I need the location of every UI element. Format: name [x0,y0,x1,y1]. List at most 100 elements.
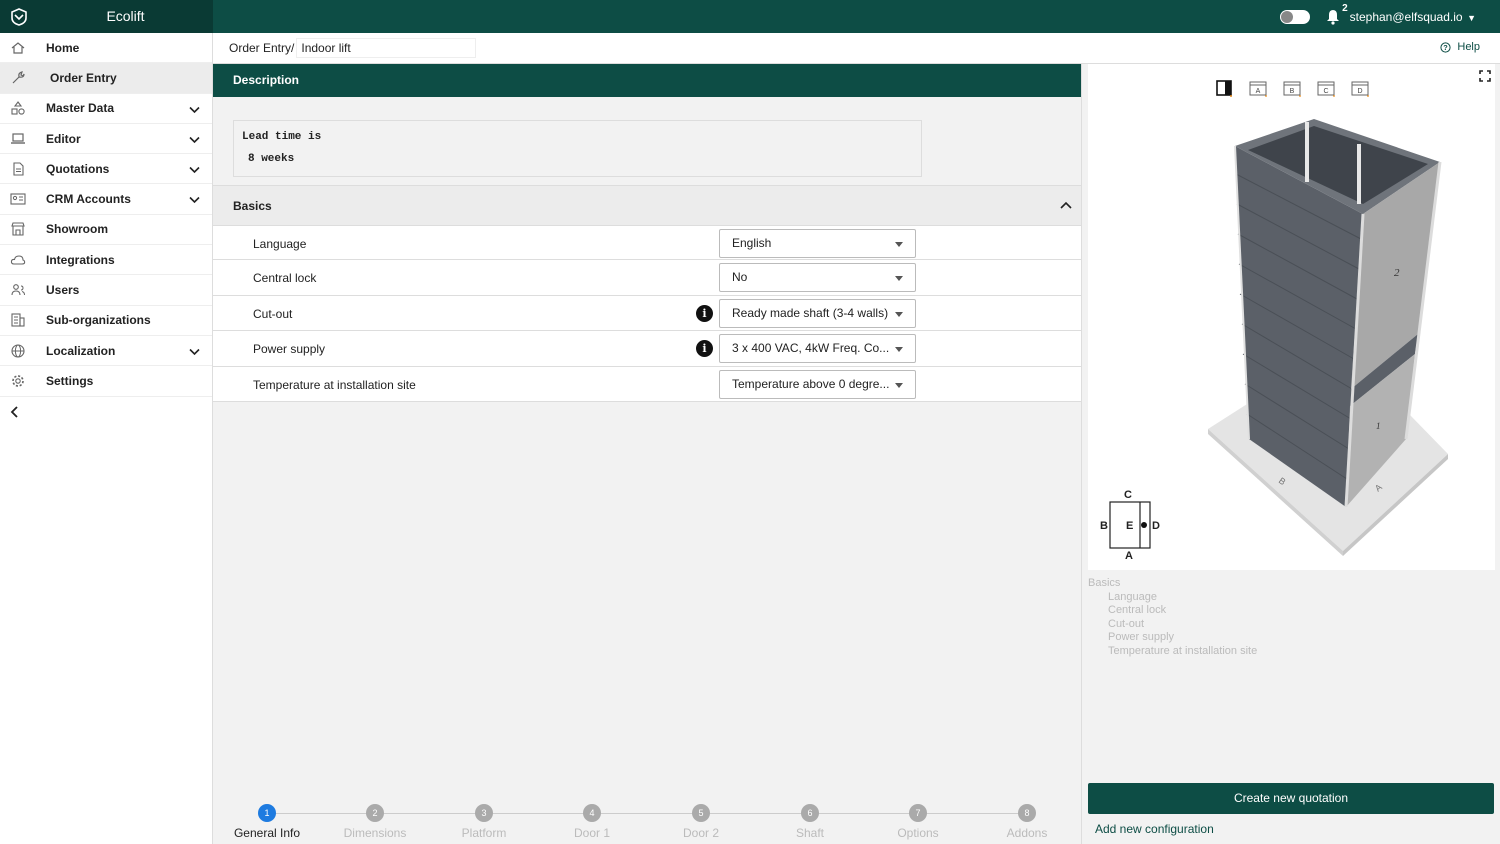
chevron-down-icon[interactable] [189,345,200,359]
question-circle-icon: ? [1440,41,1451,53]
step-door-1[interactable]: 4 Door 1 [552,804,632,840]
field-select-value: Ready made shaft (3-4 walls) [732,305,889,320]
step-shaft[interactable]: 6 Shaft [770,804,850,840]
step-label: General Info [233,826,301,840]
sidebar-item-localization[interactable]: Localization [0,336,212,367]
step-number: 8 [1018,804,1036,822]
app-title: Ecolift [38,0,213,33]
sidebar-item-users[interactable]: Users [0,275,212,306]
info-icon[interactable]: i [696,340,713,358]
sidebar-item-integrations[interactable]: Integrations [0,245,212,276]
field-select[interactable]: English [719,229,916,258]
sidebar-item-quotations[interactable]: Quotations [0,154,212,185]
help-link[interactable]: ? Help [1440,41,1480,53]
caret-down-icon [895,242,903,247]
sidebar-item-showroom[interactable]: Showroom [0,215,212,246]
sidebar-item-settings[interactable]: Settings [0,366,212,397]
configuration-outline: Basics Language Central lock Cut-out Power … [1088,577,1257,658]
3d-viewer[interactable]: ABCD 2 1 B A C B E D A [1088,64,1495,570]
orientation-minimap: C B E D A [1100,489,1160,562]
step-number: 4 [583,804,601,822]
minimap-b: B [1100,520,1108,532]
sidebar-item-label: Master Data [46,101,115,116]
sidebar-item-label: Sub-organizations [46,313,151,328]
chevron-down-icon[interactable] [189,163,200,177]
sidebar-item-master-data[interactable]: Master Data [0,94,212,124]
chevron-down-icon[interactable] [189,193,200,207]
user-menu[interactable]: stephan@elfsquad.io ▼ [1350,10,1476,24]
form-row-power-supply: Power supply i 3 x 400 VAC, 4kW Freq. Co..… [213,331,1081,367]
basics-section-header[interactable]: Basics [213,185,1081,225]
field-label: Language [253,237,307,251]
step-options[interactable]: 7 Options [878,804,958,840]
building-icon [0,312,36,328]
form-row-cut-out: Cut-out i Ready made shaft (3-4 walls) [213,296,1081,332]
sidebar-item-label: Showroom [46,222,108,237]
step-number: 5 [692,804,710,822]
description-header: Description [213,64,1081,97]
field-label: Central lock [253,271,317,286]
collapse-sidebar-button[interactable] [0,397,212,427]
wall-1-label: 1 [1376,421,1381,431]
step-label: Dimensions [343,826,407,840]
step-number: 1 [258,804,276,822]
wall-2-label: 2 [1394,267,1400,279]
field-label: Cut-out [253,306,293,321]
step-number: 3 [475,804,493,822]
sidebar-item-label: Order Entry [50,70,117,85]
contact-card-icon [0,191,36,207]
theme-toggle[interactable] [1279,9,1310,24]
sidebar-item-label: CRM Accounts [46,192,131,207]
cloud-icon [0,252,36,268]
chevron-down-icon[interactable] [189,133,200,147]
minimap-a: A [1125,550,1133,562]
form-row-language: Language English [213,225,1081,261]
caret-down-icon [895,311,903,317]
stepper: 1 General Info 2 Dimensions 3 Platform 4 Door 1… [213,800,1081,844]
shapes-icon [0,100,36,116]
outline-title[interactable]: Basics [1088,577,1257,591]
field-select-value: Temperature above 0 degre... [732,376,890,391]
step-general-info[interactable]: 1 General Info [227,804,307,840]
field-select[interactable]: 3 x 400 VAC, 4kW Freq. Co... [719,334,916,364]
field-select[interactable]: Ready made shaft (3-4 walls) [719,298,916,328]
step-dimensions[interactable]: 2 Dimensions [335,804,415,840]
create-quotation-button[interactable]: Create new quotation [1088,783,1494,814]
step-door-2[interactable]: 5 Door 2 [661,804,741,840]
form-row-central-lock: Central lock No [213,260,1081,296]
outline-item[interactable]: Cut-out [1088,618,1257,632]
caret-down-icon [895,276,903,282]
globe-icon [0,343,36,359]
field-select-value: No [732,270,748,285]
sidebar-item-sub-organizations[interactable]: Sub-organizations [0,306,212,336]
minimap-e: E [1126,520,1133,532]
logo-icon [11,7,27,26]
add-configuration-link[interactable]: Add new configuration [1095,822,1214,836]
configuration-name-input[interactable] [296,38,477,58]
step-label: Shaft [795,826,825,840]
logo[interactable] [0,0,38,33]
chevron-down-icon[interactable] [189,103,200,117]
sidebar-item-home[interactable]: Home [0,33,212,64]
sidebar-item-editor[interactable]: Editor [0,124,212,155]
outline-item[interactable]: Temperature at installation site [1088,645,1257,659]
bell-icon [1326,9,1339,25]
step-label: Door 2 [682,826,720,840]
basics-title: Basics [233,199,272,213]
field-select[interactable]: Temperature above 0 degre... [719,369,916,399]
sidebar-item-crm-accounts[interactable]: CRM Accounts [0,184,212,215]
notification-count: 2 [1342,2,1348,14]
sidebar-item-order-entry[interactable]: Order Entry [0,63,212,94]
breadcrumb-prefix[interactable]: Order Entry/ [229,41,294,55]
outline-item[interactable]: Power supply [1088,631,1257,645]
outline-item[interactable]: Central lock [1088,604,1257,618]
notifications-button[interactable]: 2 [1324,3,1348,27]
field-select[interactable]: No [719,263,916,293]
info-icon[interactable]: i [696,304,713,322]
step-label: Platform [461,826,507,840]
step-platform[interactable]: 3 Platform [444,804,524,840]
outline-item[interactable]: Language [1088,591,1257,605]
step-label: Addons [1006,826,1048,840]
step-addons[interactable]: 8 Addons [987,804,1067,840]
sidebar: Home Order Entry Master Data Editor Quotatio… [0,33,213,844]
